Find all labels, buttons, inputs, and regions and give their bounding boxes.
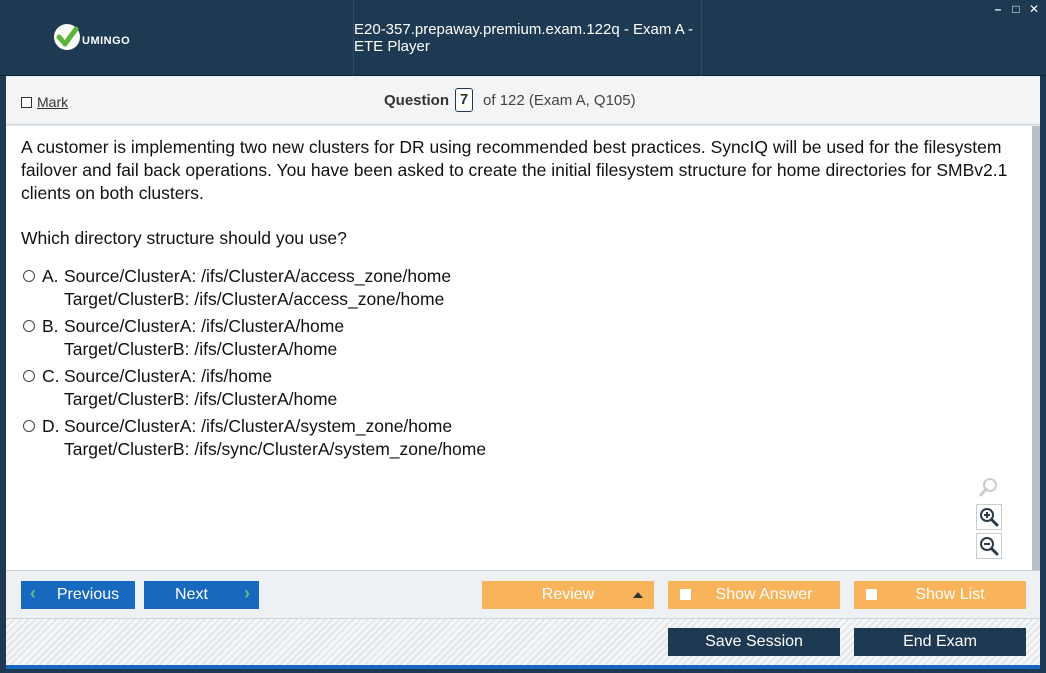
option-letter: A. — [42, 266, 59, 286]
option-letter: D. — [42, 416, 60, 436]
checkmark-logo-icon — [54, 24, 80, 50]
question-content: A customer is implementing two new clust… — [6, 126, 1032, 570]
radio-button[interactable] — [23, 320, 35, 332]
next-button[interactable]: Next › — [144, 581, 259, 609]
radio-button[interactable] — [23, 370, 35, 382]
show-answer-checkbox[interactable] — [680, 589, 691, 600]
logo-area: UMINGO — [6, 0, 354, 76]
window-frame-right — [1040, 76, 1046, 673]
search-icon — [978, 476, 1000, 498]
option-line-1: Source/ClusterA: /ifs/ClusterA/home — [64, 316, 345, 336]
question-text: A customer is implementing two new clust… — [21, 137, 1008, 203]
save-session-label: Save Session — [705, 633, 803, 650]
chevron-left-icon: ‹ — [30, 583, 36, 603]
option-letter: C. — [42, 366, 60, 386]
zoom-in-icon — [980, 508, 999, 527]
show-answer-label: Show Answer — [715, 586, 813, 603]
save-session-button[interactable]: Save Session — [668, 628, 840, 656]
previous-button[interactable]: ‹ Previous — [21, 581, 135, 609]
zoom-out-button[interactable] — [976, 533, 1002, 559]
option-line-1: Source/ClusterA: /ifs/home — [64, 366, 273, 386]
show-list-button[interactable]: Show List — [854, 581, 1026, 609]
minimize-button[interactable]: – — [992, 2, 1004, 16]
mark-checkbox-box[interactable] — [21, 96, 32, 108]
navigation-bar: ‹ Previous Next › Review Show Answer Sho… — [6, 570, 1040, 618]
question-total: of 122 (Exam A, Q105) — [483, 91, 636, 109]
end-exam-button[interactable]: End Exam — [854, 628, 1026, 656]
footer-bar: Save Session End Exam — [6, 618, 1040, 665]
caret-up-icon[interactable] — [633, 592, 643, 598]
zoom-out-icon — [980, 537, 999, 556]
scrollbar-thumb[interactable] — [1032, 126, 1040, 570]
vertical-scrollbar[interactable] — [1032, 126, 1040, 570]
close-button[interactable]: ✕ — [1028, 2, 1040, 16]
question-label: Question — [384, 91, 450, 109]
radio-button[interactable] — [23, 420, 35, 432]
option-line-2: Target/ClusterB: /ifs/ClusterA/home — [64, 389, 338, 409]
mark-label[interactable]: Mark — [37, 94, 68, 110]
question-counter: Question 7 of 122 (Exam A, Q105) — [384, 88, 636, 112]
zoom-in-button[interactable] — [976, 504, 1002, 530]
option-line-2: Target/ClusterB: /ifs/ClusterA/access_zo… — [64, 289, 445, 309]
review-button[interactable]: Review — [482, 581, 654, 609]
radio-button[interactable] — [23, 270, 35, 282]
chevron-right-icon: › — [244, 583, 250, 603]
question-number-input[interactable]: 7 — [455, 88, 474, 112]
mark-checkbox[interactable]: Mark — [21, 94, 68, 110]
option-line-2: Target/ClusterB: /ifs/ClusterA/home — [64, 339, 338, 359]
logo: UMINGO — [54, 24, 130, 50]
show-list-label: Show List — [915, 586, 985, 603]
title-bar: UMINGO E20-357.prepaway.premium.exam.122… — [0, 0, 1046, 76]
question-ask: Which directory structure should you use… — [21, 228, 347, 248]
window-controls: – □ ✕ — [992, 2, 1040, 16]
option-line-1: Source/ClusterA: /ifs/ClusterA/system_zo… — [64, 416, 453, 436]
show-list-checkbox[interactable] — [866, 589, 877, 600]
maximize-button[interactable]: □ — [1010, 2, 1022, 16]
option-line-1: Source/ClusterA: /ifs/ClusterA/access_zo… — [64, 266, 452, 286]
next-label: Next — [175, 586, 208, 603]
option-letter: B. — [42, 316, 59, 336]
review-label: Review — [541, 586, 595, 603]
end-exam-label: End Exam — [903, 633, 977, 650]
logo-text: UMINGO — [82, 35, 131, 47]
show-answer-button[interactable]: Show Answer — [668, 581, 840, 609]
option-line-2: Target/ClusterB: /ifs/sync/ClusterA/syst… — [64, 439, 487, 459]
previous-label: Previous — [56, 586, 120, 603]
window-frame-bottom — [0, 669, 1046, 673]
question-bar: Mark Question 7 of 122 (Exam A, Q105) — [6, 77, 1040, 125]
window-title: E20-357.prepaway.premium.exam.122q - Exa… — [354, 0, 702, 76]
